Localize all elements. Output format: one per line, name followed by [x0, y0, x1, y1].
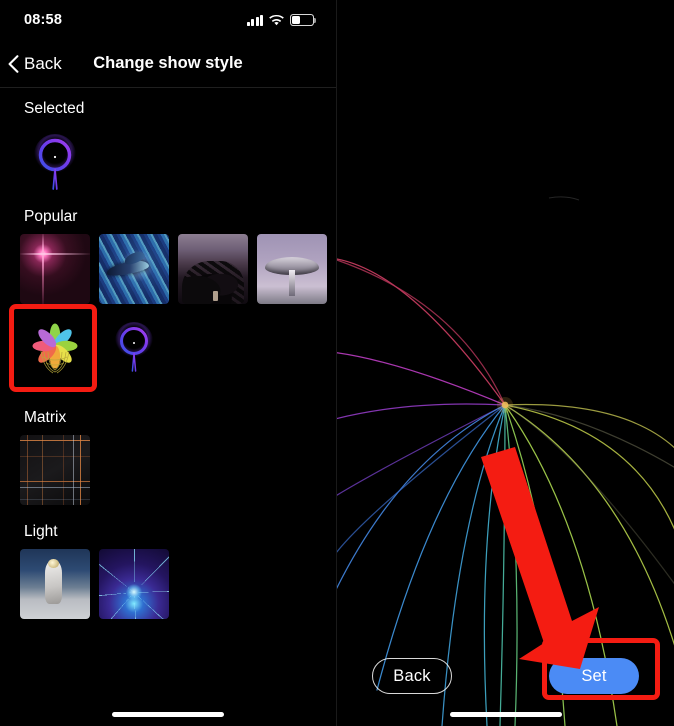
cellular-signal-icon	[247, 14, 263, 26]
style-tile-satellite-dish[interactable]	[257, 234, 327, 304]
battery-icon	[290, 14, 317, 26]
section-row-popular-1	[0, 234, 336, 304]
section-title-selected: Selected	[24, 100, 85, 117]
home-indicator-right	[449, 712, 562, 717]
style-tile-rainbow-flower[interactable]	[20, 313, 90, 383]
style-tile-purple-ring-2[interactable]	[99, 313, 169, 383]
section-row-light	[0, 549, 336, 619]
style-tile-blue-fractal[interactable]	[99, 549, 169, 619]
section-title-popular: Popular	[24, 208, 78, 225]
wifi-icon	[269, 14, 284, 26]
status-bar-left: 08:58	[0, 0, 336, 40]
section-row-selected	[0, 126, 336, 196]
section-title-matrix: Matrix	[24, 409, 67, 426]
status-time: 08:58	[24, 12, 63, 28]
red-arrow-icon	[481, 447, 599, 669]
style-tile-dark-tree[interactable]	[178, 234, 248, 304]
section-row-matrix	[0, 435, 336, 505]
style-tile-pink-flare[interactable]	[20, 234, 90, 304]
style-tile-purple-ring-selected[interactable]	[20, 126, 90, 196]
right-screen-preview: 08:58	[337, 0, 674, 726]
back-button[interactable]: Back	[0, 54, 62, 74]
style-list: Selected Popular Matrix Light	[0, 88, 336, 619]
chevron-left-icon	[8, 54, 19, 73]
style-tile-matrix-grid[interactable]	[20, 435, 90, 505]
section-title-light: Light	[24, 523, 58, 540]
back-button-label: Back	[24, 53, 62, 73]
status-icons	[247, 14, 317, 26]
nav-bar: Back Change show style	[0, 40, 336, 88]
style-tile-blue-dolphin[interactable]	[99, 234, 169, 304]
left-screen-style-picker: 08:58 Back Change show style Selected Po…	[0, 0, 337, 726]
dual-screenshot-container: 08:58 Back Change show style Selected Po…	[0, 0, 674, 726]
home-indicator-left	[112, 712, 224, 717]
section-row-popular-2	[0, 304, 336, 392]
style-tile-astronaut[interactable]	[20, 549, 90, 619]
